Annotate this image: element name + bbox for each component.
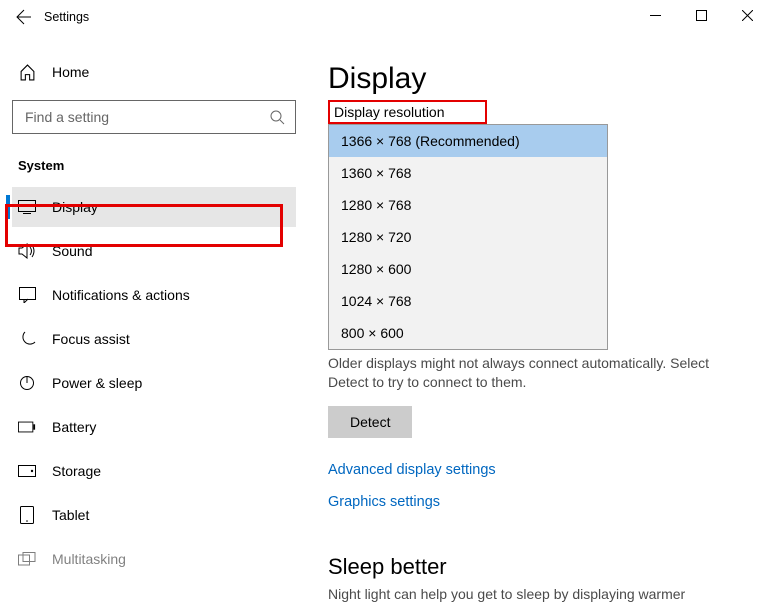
sidebar-item-battery[interactable]: Battery	[12, 407, 296, 447]
search-input[interactable]	[23, 108, 269, 126]
power-icon	[18, 375, 36, 391]
sidebar-item-display[interactable]: Display	[12, 187, 296, 227]
monitor-icon	[18, 200, 36, 214]
sidebar-item-sound[interactable]: Sound	[12, 231, 296, 271]
sidebar-item-label: Focus assist	[52, 331, 130, 347]
sidebar-item-label: Display	[52, 199, 98, 215]
arrow-left-icon	[16, 9, 32, 25]
home-label: Home	[52, 64, 89, 80]
system-heading: System	[18, 158, 296, 173]
sidebar-item-label: Battery	[52, 419, 96, 435]
sidebar-item-label: Notifications & actions	[52, 287, 190, 303]
resolution-option[interactable]: 1366 × 768 (Recommended)	[329, 125, 607, 157]
sidebar-item-label: Multitasking	[52, 551, 126, 567]
resolution-option[interactable]: 1280 × 600	[329, 253, 607, 285]
sidebar-item-tablet[interactable]: Tablet	[12, 495, 296, 535]
sound-icon	[18, 243, 36, 259]
resolution-option[interactable]: 1280 × 768	[329, 189, 607, 221]
sidebar-item-storage[interactable]: Storage	[12, 451, 296, 491]
detect-button[interactable]: Detect	[328, 406, 412, 438]
sidebar-item-notifications[interactable]: Notifications & actions	[12, 275, 296, 315]
resolution-option[interactable]: 800 × 600	[329, 317, 607, 349]
minimize-icon	[650, 10, 661, 21]
sidebar-item-multitasking[interactable]: Multitasking	[12, 539, 296, 579]
resolution-label: Display resolution	[328, 100, 487, 124]
content-pane: Display Display resolution 1366 × 768 (R…	[308, 34, 770, 609]
sidebar-item-label: Storage	[52, 463, 101, 479]
minimize-button[interactable]	[632, 0, 678, 30]
advanced-display-settings-link[interactable]: Advanced display settings	[328, 462, 750, 478]
window-title: Settings	[44, 10, 89, 24]
maximize-icon	[696, 10, 707, 21]
resolution-option[interactable]: 1280 × 720	[329, 221, 607, 253]
sidebar-item-label: Tablet	[52, 507, 89, 523]
multitasking-icon	[18, 552, 36, 566]
storage-icon	[18, 465, 36, 477]
resolution-option[interactable]: 1024 × 768	[329, 285, 607, 317]
back-button[interactable]	[10, 3, 38, 31]
page-title: Display	[328, 62, 750, 96]
sidebar-item-power-sleep[interactable]: Power & sleep	[12, 363, 296, 403]
maximize-button[interactable]	[678, 0, 724, 30]
night-light-hint: Night light can help you get to sleep by…	[328, 586, 750, 602]
sidebar-item-label: Sound	[52, 243, 92, 259]
close-icon	[742, 10, 753, 21]
resolution-option[interactable]: 1360 × 768	[329, 157, 607, 189]
sidebar-item-label: Power & sleep	[52, 375, 142, 391]
resolution-dropdown[interactable]: 1366 × 768 (Recommended) 1360 × 768 1280…	[328, 124, 608, 350]
older-displays-hint: Older displays might not always connect …	[328, 354, 728, 392]
close-button[interactable]	[724, 0, 770, 30]
search-box[interactable]	[12, 100, 296, 134]
home-button[interactable]: Home	[12, 52, 296, 92]
sidebar: Home System Display Sound Notifica	[0, 34, 308, 609]
tablet-icon	[18, 506, 36, 524]
battery-icon	[18, 421, 36, 433]
search-icon	[269, 109, 285, 125]
focus-assist-icon	[18, 331, 36, 348]
notifications-icon	[18, 287, 36, 303]
graphics-settings-link[interactable]: Graphics settings	[328, 494, 750, 510]
home-icon	[18, 64, 36, 81]
sidebar-item-focus-assist[interactable]: Focus assist	[12, 319, 296, 359]
sleep-better-heading: Sleep better	[328, 554, 750, 580]
